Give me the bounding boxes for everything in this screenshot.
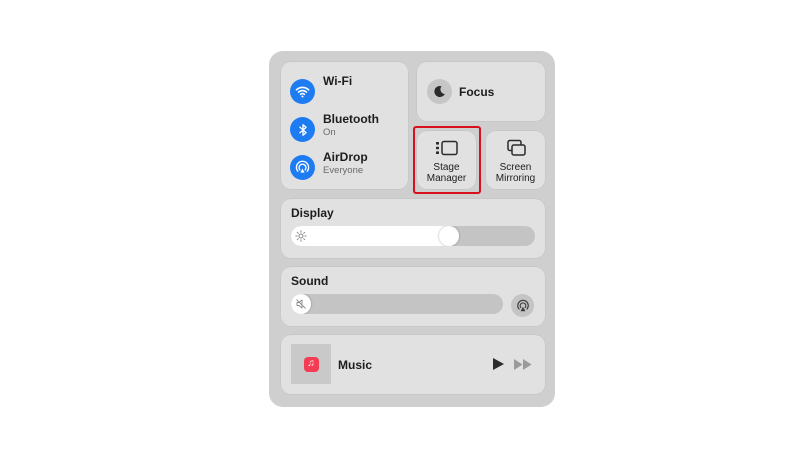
now-playing-app-label: Music (338, 358, 373, 372)
airdrop-row[interactable]: AirDrop Everyone (290, 150, 402, 184)
brightness-knob[interactable] (439, 226, 459, 246)
bluetooth-label: Bluetooth (323, 112, 379, 126)
connectivity-tile: Wi-Fi Bluetooth On AirDrop Everyone (281, 62, 408, 189)
moon-icon (427, 79, 452, 104)
screen-mirroring-label: Screen Mirroring (496, 162, 535, 184)
volume-slider[interactable] (291, 294, 503, 314)
focus-tile[interactable]: Focus (417, 62, 545, 121)
display-tile: Display (281, 199, 545, 258)
airplay-audio-icon (516, 299, 529, 311)
focus-label: Focus (459, 85, 495, 99)
airdrop-status: Everyone (323, 165, 364, 176)
screen-mirroring-icon (506, 139, 526, 156)
sound-tile: Sound (281, 267, 545, 326)
speaker-muted-icon (296, 299, 306, 309)
airdrop-label: AirDrop (323, 150, 368, 164)
screen-mirroring-label-line1: Screen (499, 162, 532, 173)
airdrop-icon[interactable] (290, 155, 315, 180)
wifi-label: Wi-Fi (323, 74, 353, 88)
screen-mirroring-button[interactable]: Screen Mirroring (486, 131, 545, 189)
fast-forward-icon[interactable] (513, 358, 533, 371)
play-icon[interactable] (491, 357, 505, 371)
music-app-icon: ♫ (303, 356, 319, 372)
stage-manager-highlight-box (413, 126, 481, 194)
sun-icon (295, 230, 307, 242)
brightness-fill (291, 226, 459, 246)
bluetooth-icon[interactable] (290, 117, 315, 142)
wifi-icon[interactable] (290, 79, 315, 104)
screen-mirroring-label-line2: Mirroring (495, 173, 536, 184)
now-playing-tile[interactable]: ♫ Music (281, 335, 545, 394)
brightness-slider[interactable] (291, 226, 535, 246)
bluetooth-row[interactable]: Bluetooth On (290, 112, 402, 146)
wifi-row[interactable]: Wi-Fi (290, 74, 402, 108)
display-label: Display (291, 206, 334, 220)
bluetooth-status: On (323, 127, 336, 138)
album-art: ♫ (291, 344, 331, 384)
sound-label: Sound (291, 274, 329, 288)
audio-output-button[interactable] (511, 294, 534, 317)
